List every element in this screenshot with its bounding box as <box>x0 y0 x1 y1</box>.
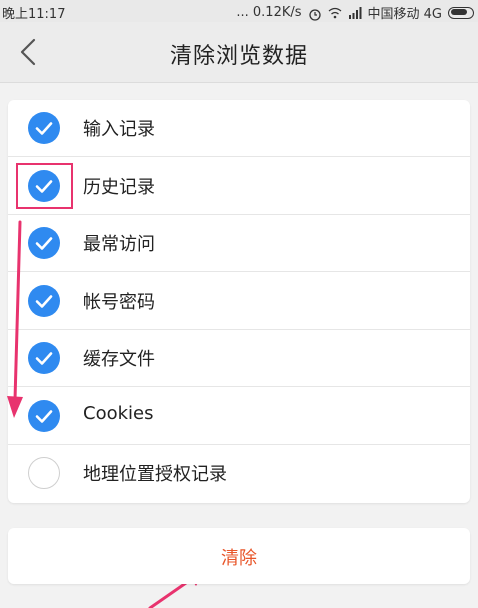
annotation-arrow-down <box>7 220 23 418</box>
annotation-arrows <box>7 220 208 608</box>
clear-button-label: 清除 <box>221 548 257 569</box>
clear-button[interactable]: 清除 <box>8 528 470 584</box>
